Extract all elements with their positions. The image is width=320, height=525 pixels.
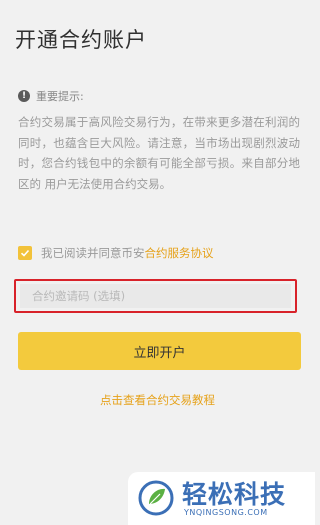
invite-code-input[interactable] — [20, 284, 291, 308]
info-icon: ! — [18, 90, 30, 102]
watermark-logo: 轻松科技 YNQINGSONG.COM — [128, 472, 315, 525]
agreement-row: 我已阅读并同意币安 合约服务协议 — [18, 245, 214, 261]
risk-notice-text: 合约交易属于高风险交易行为，在带来更多潜在利润的同时，也蕴含巨大风险。请注意，当… — [18, 115, 300, 191]
notice-heading: 重要提示: — [36, 90, 84, 103]
leaf-logo-icon — [138, 480, 174, 516]
watermark-url: YNQINGSONG.COM — [184, 508, 268, 517]
invite-code-highlight — [14, 279, 297, 313]
open-account-button[interactable]: 立即开户 — [18, 332, 301, 370]
checkmark-icon — [20, 249, 30, 257]
watermark-name: 轻松科技 — [182, 480, 287, 509]
notice-heading-row: ! 重要提示: — [18, 88, 84, 104]
contract-service-agreement-link[interactable]: 合约服务协议 — [145, 245, 214, 261]
page-title: 开通合约账户 — [15, 28, 147, 52]
agreement-text: 我已阅读并同意币安 — [41, 246, 145, 260]
open-contract-account-page: 开通合约账户 ! 重要提示: 合约交易属于高风险交易行为，在带来更多潜在利润的同… — [0, 0, 315, 525]
agreement-checkbox[interactable] — [18, 246, 32, 260]
contract-tutorial-link[interactable]: 点击查看合约交易教程 — [0, 392, 315, 408]
